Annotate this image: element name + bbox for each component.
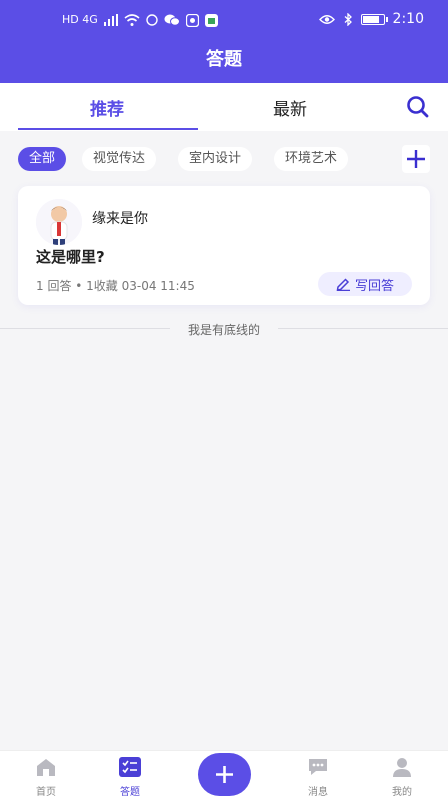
home-icon [37,759,55,776]
write-answer-button[interactable]: 写回答 [318,272,412,296]
network-label: HD 4G [62,13,98,26]
create-question-button[interactable] [198,753,251,796]
message-icon [309,759,327,775]
tab-recommended[interactable]: 推荐 [90,95,124,120]
category-chips: 全部 视觉传达 室内设计 环境艺术 [0,131,448,179]
bluetooth-icon [344,12,352,26]
chip-all[interactable]: 全部 [18,147,67,171]
tab-bar: 推荐 最新 [0,83,448,131]
signal-icon [103,14,118,26]
user-icon [393,758,411,777]
notification-icon [146,14,158,26]
nav-profile-label: 我的 [392,787,412,798]
status-icons-left: HD 4G [62,12,218,28]
page-header: 答题 [0,40,448,83]
question-meta: 1 回答 • 1收藏 03-04 11:45 [36,279,195,293]
chip-environmental-art[interactable]: 环境艺术 [274,147,349,171]
nav-answer[interactable]: 答题 [102,757,158,798]
chip-visual-communication[interactable]: 视觉传达 [82,147,157,171]
nav-messages-label: 消息 [308,787,328,798]
nav-home[interactable]: 首页 [18,757,74,798]
status-bar: HD 4G 2:10 [0,0,448,40]
app-icon [185,13,199,27]
author-name[interactable]: 缘来是你 [92,208,148,228]
tab-latest[interactable]: 最新 [273,95,307,120]
pen-icon [336,278,350,291]
end-of-list-text: 我是有底线的 [187,323,260,337]
nav-home-label: 首页 [36,787,56,798]
tab-active-indicator [18,128,198,130]
child-avatar-icon [36,199,82,245]
nav-answer-label: 答题 [120,787,140,798]
app-store-icon [204,13,218,27]
add-category-icon[interactable] [402,145,430,173]
page-title: 答题 [206,49,242,70]
wifi-icon [124,14,140,26]
question-card[interactable]: 缘来是你 这是哪里? 1 回答 • 1收藏 03-04 11:45 写回答 [18,186,430,305]
eye-icon [318,14,335,24]
status-time: 2:10 [392,11,424,27]
answer-list-icon [119,757,141,777]
nav-profile[interactable]: 我的 [374,757,430,798]
plus-icon [216,766,233,783]
search-icon[interactable] [406,95,430,119]
wechat-icon [164,14,180,26]
end-of-list-note: 我是有底线的 [0,318,448,338]
write-answer-label: 写回答 [354,278,394,294]
status-icons-right: 2:10 [318,11,424,27]
question-title[interactable]: 这是哪里? [36,246,105,267]
avatar[interactable] [36,199,82,245]
battery-icon [360,13,388,25]
nav-messages[interactable]: 消息 [290,757,346,798]
chip-interior-design[interactable]: 室内设计 [178,147,253,171]
